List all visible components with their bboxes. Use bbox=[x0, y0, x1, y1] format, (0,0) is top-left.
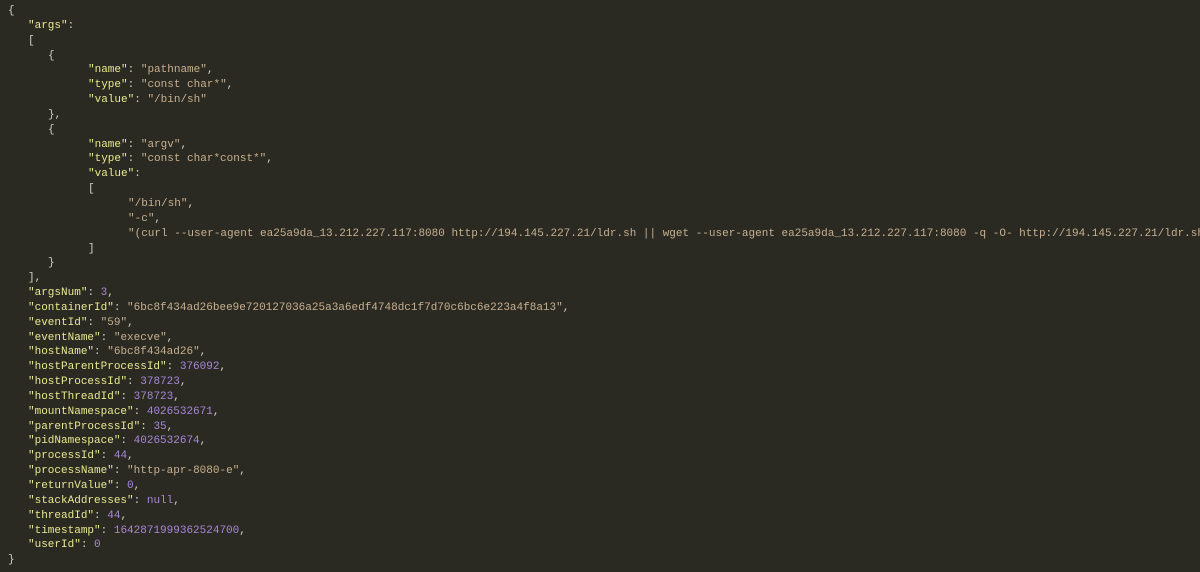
arg1-value-close: ] bbox=[8, 242, 1192, 257]
arg0-type: "type": "const char*", bbox=[8, 78, 1192, 93]
hostProcessId: "hostProcessId": 378723, bbox=[8, 375, 1192, 390]
arg0-open: { bbox=[8, 49, 1192, 64]
eventName: "eventName": "execve", bbox=[8, 331, 1192, 346]
hostParentProcessId: "hostParentProcessId": 376092, bbox=[8, 360, 1192, 375]
returnValue: "returnValue": 0, bbox=[8, 479, 1192, 494]
hostThreadId: "hostThreadId": 378723, bbox=[8, 390, 1192, 405]
arg0-close: }, bbox=[8, 108, 1192, 123]
processId: "processId": 44, bbox=[8, 449, 1192, 464]
eventId: "eventId": "59", bbox=[8, 316, 1192, 331]
arg1-name: "name": "argv", bbox=[8, 138, 1192, 153]
pidNamespace: "pidNamespace": 4026532674, bbox=[8, 434, 1192, 449]
arg1-value-open: [ bbox=[8, 182, 1192, 197]
processName: "processName": "http-apr-8080-e", bbox=[8, 464, 1192, 479]
args-open: [ bbox=[8, 34, 1192, 49]
arg0-name: "name": "pathname", bbox=[8, 63, 1192, 78]
args-close: ], bbox=[8, 271, 1192, 286]
open-brace: { bbox=[8, 4, 1192, 19]
stackAddresses: "stackAddresses": null, bbox=[8, 494, 1192, 509]
mountNamespace: "mountNamespace": 4026532671, bbox=[8, 405, 1192, 420]
arg1-value-0: "/bin/sh", bbox=[8, 197, 1192, 212]
args-key: "args": bbox=[8, 19, 1192, 34]
json-viewer: { "args": [ { "name": "pathname", "type"… bbox=[8, 4, 1192, 568]
timestamp: "timestamp": 1642871999362524700, bbox=[8, 524, 1192, 539]
arg1-open: { bbox=[8, 123, 1192, 138]
arg1-type: "type": "const char*const*", bbox=[8, 152, 1192, 167]
argsNum: "argsNum": 3, bbox=[8, 286, 1192, 301]
containerId: "containerId": "6bc8f434ad26bee9e7201270… bbox=[8, 301, 1192, 316]
threadId: "threadId": 44, bbox=[8, 509, 1192, 524]
arg1-value-1: "-c", bbox=[8, 212, 1192, 227]
parentProcessId: "parentProcessId": 35, bbox=[8, 420, 1192, 435]
close-brace: } bbox=[8, 553, 1192, 568]
arg0-value: "value": "/bin/sh" bbox=[8, 93, 1192, 108]
arg1-close: } bbox=[8, 256, 1192, 271]
userId: "userId": 0 bbox=[8, 538, 1192, 553]
hostName: "hostName": "6bc8f434ad26", bbox=[8, 345, 1192, 360]
arg1-value-key: "value": bbox=[8, 167, 1192, 182]
arg1-value-2: "(curl --user-agent ea25a9da_13.212.227.… bbox=[8, 227, 1192, 242]
